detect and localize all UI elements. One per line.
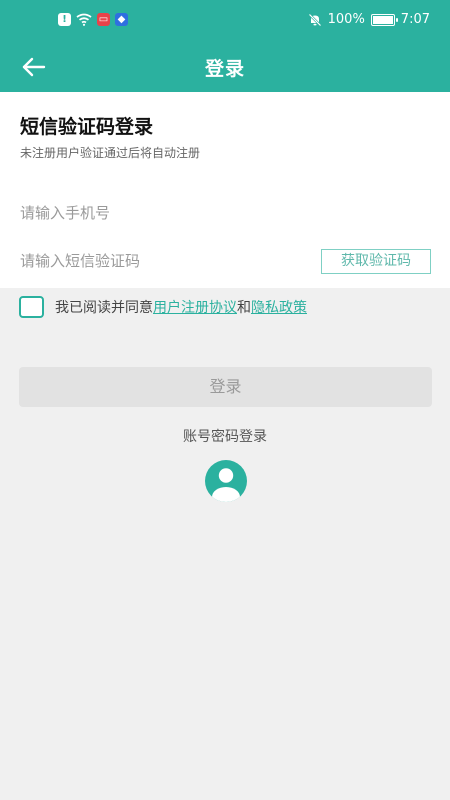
get-code-button[interactable]: 获取验证码 [321,249,431,274]
login-button[interactable]: 登录 [19,367,432,407]
status-bar: ! ▭ ◆ 100% 7:07 [0,0,450,42]
agreement-prefix: 我已阅读并同意 [55,300,153,316]
account-password-login-link[interactable]: 账号密码登录 [0,426,450,446]
app-bar: 登录 [0,42,450,92]
phone-input[interactable] [20,196,430,230]
wifi-icon [76,13,92,26]
battery-fill [372,15,393,24]
form-subheading: 未注册用户验证通过后将自动注册 [20,146,201,160]
app-icon: ◆ [115,13,128,26]
battery-icon [370,13,398,26]
page-title: 登录 [204,58,245,80]
agreement-checkbox[interactable] [19,296,44,318]
alert-icon: ! [58,13,71,26]
sms-code-input[interactable] [20,244,310,278]
status-left-icons: ! ▭ ◆ [58,13,128,26]
agreement-conjunction: 和 [237,300,251,316]
bell-off-icon [308,13,321,26]
agreement-text: 我已阅读并同意用户注册协议和隐私政策 [55,297,307,317]
message-icon: ▭ [97,13,110,26]
battery-percent: 100% [327,12,365,27]
user-agreement-link[interactable]: 用户注册协议 [153,300,237,316]
user-avatar-icon [212,468,240,502]
form-heading: 短信验证码登录 [20,116,154,138]
status-time: 7:07 [400,12,430,27]
agreement-row: 我已阅读并同意用户注册协议和隐私政策 [19,296,307,318]
status-right-icons: 100% 7:07 [308,12,430,27]
account-login-button[interactable] [205,460,247,502]
privacy-policy-link[interactable]: 隐私政策 [251,300,307,316]
login-form-card: 短信验证码登录 未注册用户验证通过后将自动注册 获取验证码 [0,92,450,288]
